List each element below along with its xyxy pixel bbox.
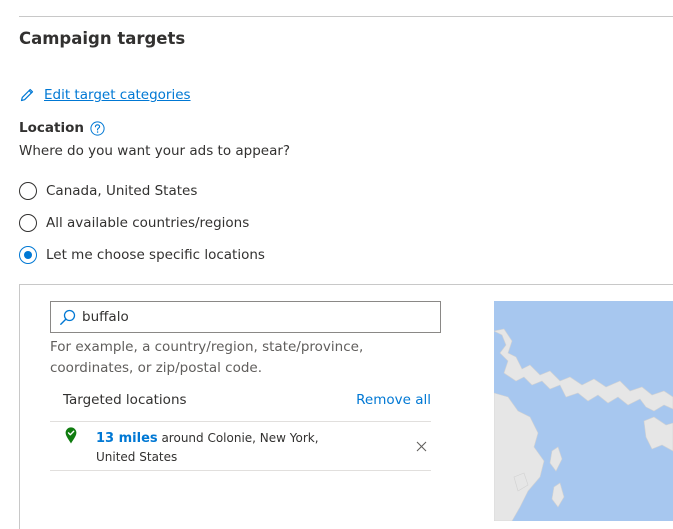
location-search-box[interactable] <box>50 301 441 333</box>
location-pin-icon <box>65 427 77 444</box>
edit-target-categories-label[interactable]: Edit target categories <box>44 87 191 103</box>
edit-target-categories-link[interactable]: Edit target categories <box>19 87 191 103</box>
close-icon[interactable] <box>416 441 427 452</box>
radio-specific-locations[interactable]: Let me choose specific locations <box>19 246 265 264</box>
location-search-input[interactable] <box>82 309 422 325</box>
radio-circle[interactable] <box>19 182 37 200</box>
section-title: Campaign targets <box>19 29 186 48</box>
targeted-locations-title: Targeted locations <box>63 392 187 408</box>
search-icon <box>60 309 76 325</box>
radio-circle-selected[interactable] <box>19 246 37 264</box>
location-map[interactable] <box>494 301 673 521</box>
help-icon[interactable] <box>90 120 105 136</box>
location-question: Where do you want your ads to appear? <box>19 143 291 159</box>
radio-label[interactable]: Canada, United States <box>46 183 197 199</box>
targeted-location-text: 13 miles around Colonie, New York, Unite… <box>96 429 346 467</box>
location-label: Location <box>19 120 105 136</box>
radio-canada-united-states[interactable]: Canada, United States <box>19 182 197 200</box>
search-hint: For example, a country/region, state/pro… <box>50 339 364 376</box>
pencil-icon <box>20 88 34 102</box>
radio-label[interactable]: All available countries/regions <box>46 215 249 231</box>
targeted-location-row: 13 miles around Colonie, New York, Unite… <box>50 422 431 471</box>
radio-label[interactable]: Let me choose specific locations <box>46 247 265 263</box>
location-label-text: Location <box>19 120 84 136</box>
radius-link[interactable]: 13 miles <box>96 431 158 446</box>
map-graphic <box>494 301 673 521</box>
remove-all-link[interactable]: Remove all <box>356 392 431 408</box>
top-divider <box>19 16 673 17</box>
targeted-locations-header: Targeted locations Remove all <box>50 391 431 422</box>
radio-circle[interactable] <box>19 214 37 232</box>
radio-all-countries[interactable]: All available countries/regions <box>19 214 249 232</box>
